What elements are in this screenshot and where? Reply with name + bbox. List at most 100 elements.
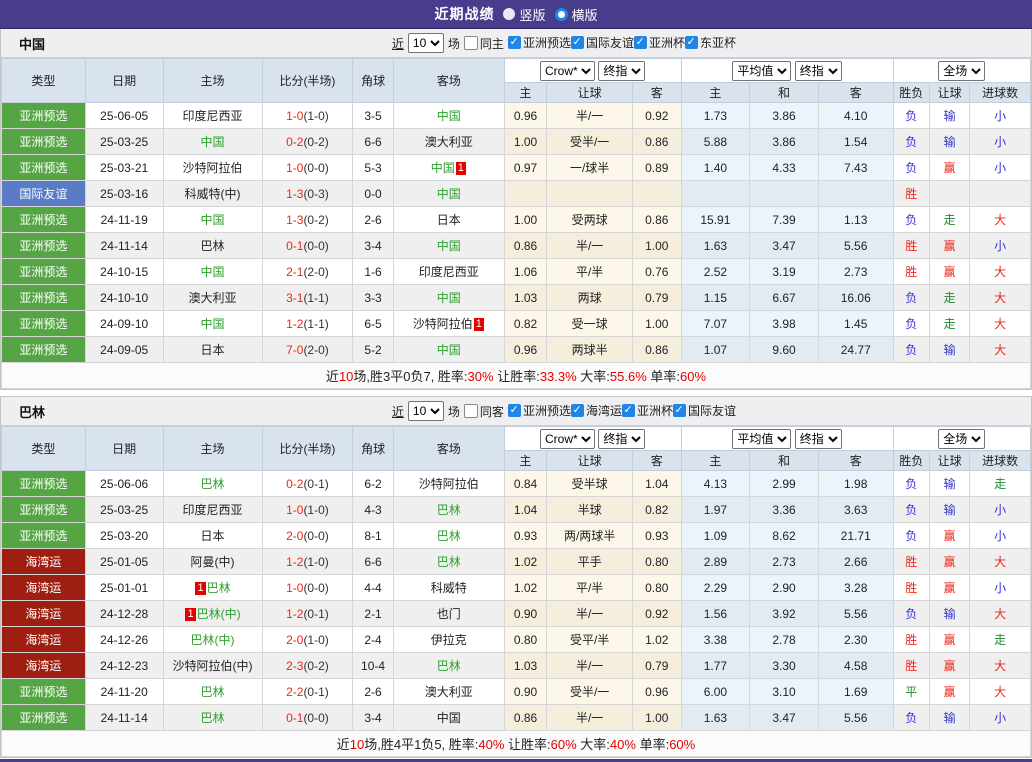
corner-score: 2-4 <box>352 626 394 653</box>
radio-off-icon <box>503 8 516 20</box>
result-goals: 大 <box>969 678 1031 705</box>
odds-type-select[interactable]: 终指 <box>598 60 646 81</box>
summary-segment: 30% <box>467 369 494 384</box>
summary-segment: 60% <box>669 737 696 752</box>
checkbox-icon <box>570 403 584 417</box>
match-type-badge: 亚洲预选 <box>1 496 86 523</box>
corner-score: 3-4 <box>352 232 394 259</box>
result-handicap: 走 <box>928 206 971 233</box>
radio-vertical-label: 竖版 <box>519 7 546 23</box>
competition-checkbox[interactable]: 亚洲预选 <box>507 402 571 419</box>
summary-segment: 10 <box>349 737 365 752</box>
competition-label: 亚洲杯 <box>648 36 685 50</box>
odds-away: 1.00 <box>632 232 682 259</box>
halftime-score: (0-0) <box>303 710 329 725</box>
avg-type-select[interactable]: 终指 <box>794 60 842 81</box>
near-label[interactable]: 近 <box>392 35 404 52</box>
match-date: 25-03-20 <box>84 522 164 549</box>
result-outcome: 负 <box>892 128 930 155</box>
away-team: 巴林 <box>392 522 505 549</box>
col-avg-draw: 和 <box>749 82 819 103</box>
corner-score: 4-3 <box>352 496 394 523</box>
recent-count-select[interactable]: 10 <box>407 401 444 421</box>
score: 1-3(0-2) <box>261 206 354 233</box>
odds-home: 0.82 <box>503 310 548 337</box>
match-type-badge: 亚洲预选 <box>1 206 86 233</box>
score: 1-2(1-0) <box>261 548 354 575</box>
result-goals: 大 <box>969 600 1031 627</box>
halftime-score: (1-1) <box>303 316 329 331</box>
score: 2-1(2-0) <box>261 258 354 285</box>
checkbox-icon <box>684 35 698 49</box>
competition-checkbox[interactable]: 国际友谊 <box>672 402 736 419</box>
competition-checkbox[interactable]: 国际友谊 <box>570 34 634 51</box>
corner-score: 2-6 <box>352 678 394 705</box>
result-outcome: 胜 <box>892 626 930 653</box>
odds-handicap: 两/两球半 <box>546 522 634 549</box>
avg-source-select[interactable]: 平均值 <box>732 428 792 449</box>
col-type: 类型 <box>1 58 86 103</box>
avg-away: 5.56 <box>817 232 894 259</box>
avg-type-select[interactable]: 终指 <box>794 428 842 449</box>
scope-select[interactable]: 全场 <box>938 60 986 81</box>
recent-count-select[interactable]: 10 <box>407 33 444 53</box>
match-date: 25-03-16 <box>84 180 164 207</box>
odds-handicap <box>546 180 634 207</box>
result-outcome: 胜 <box>892 258 930 285</box>
results-table: 类型 日期 主场 比分(半场) 角球 客场 Crow* 终指 平均值 终指 全场 <box>1 58 1032 389</box>
competition-checkbox[interactable]: 亚洲杯 <box>621 402 673 419</box>
match-type-badge: 亚洲预选 <box>1 470 86 497</box>
avg-draw: 3.47 <box>749 232 819 259</box>
col-avg-away: 客 <box>817 82 894 103</box>
match-date: 24-11-14 <box>84 704 164 731</box>
competition-checkbox[interactable]: 亚洲预选 <box>507 34 571 51</box>
summary-segment: 40% <box>478 737 505 752</box>
near-label[interactable]: 近 <box>392 403 404 420</box>
odds-provider-select[interactable]: Crow* <box>540 428 596 449</box>
same-home-label: 同主 <box>479 36 504 51</box>
odds-handicap: 半/一 <box>546 102 634 129</box>
avg-source-select[interactable]: 平均值 <box>732 60 792 81</box>
avg-away: 1.98 <box>817 470 894 497</box>
table-row: 亚洲预选 24-10-15 中国 2-1(2-0) 1-6 印度尼西亚 1.06 平/半 0.7… <box>1 258 1031 285</box>
radio-horizontal-layout[interactable]: 横版 <box>554 5 598 24</box>
avg-away <box>817 180 894 207</box>
avg-draw: 3.19 <box>749 258 819 285</box>
result-outcome: 胜 <box>892 652 930 679</box>
result-goals: 小 <box>969 574 1031 601</box>
table-row: 亚洲预选 24-09-10 中国 1-2(1-1) 6-5 沙特阿拉伯 1 0.82 受一球 1.… <box>1 310 1031 337</box>
match-date: 25-03-21 <box>84 154 164 181</box>
match-type-badge: 亚洲预选 <box>1 336 86 363</box>
match-date: 25-03-25 <box>84 128 164 155</box>
competition-checkbox[interactable]: 东亚杯 <box>684 34 736 51</box>
match-type-badge: 亚洲预选 <box>1 128 86 155</box>
corner-score: 10-4 <box>352 652 394 679</box>
team-label: 沙特阿拉伯 <box>412 317 473 331</box>
odds-away: 0.96 <box>632 678 682 705</box>
away-team: 巴林 <box>392 548 505 575</box>
team-label: 日本 <box>200 529 225 543</box>
same-away-checkbox[interactable]: 同客 <box>463 403 504 420</box>
avg-away: 5.56 <box>817 704 894 731</box>
avg-away: 4.10 <box>817 102 894 129</box>
checkbox-icon <box>463 404 478 418</box>
odds-provider-select[interactable]: Crow* <box>540 60 596 81</box>
competition-label: 国际友谊 <box>585 36 634 50</box>
match-type-badge: 海湾运 <box>1 626 86 653</box>
match-type-badge: 亚洲预选 <box>1 704 86 731</box>
col-away: 客场 <box>392 58 505 103</box>
competition-checkbox[interactable]: 海湾运 <box>570 402 622 419</box>
odds-home: 0.86 <box>503 704 548 731</box>
competition-checkbox[interactable]: 亚洲杯 <box>633 34 685 51</box>
scope-select[interactable]: 全场 <box>938 428 986 449</box>
same-home-checkbox[interactable]: 同主 <box>463 35 504 52</box>
col-corner: 角球 <box>352 426 394 471</box>
result-handicap: 赢 <box>928 678 971 705</box>
odds-type-select[interactable]: 终指 <box>598 428 646 449</box>
competition-label: 东亚杯 <box>699 36 736 50</box>
team-label: 巴林 <box>200 711 225 725</box>
avg-home: 2.89 <box>680 548 751 575</box>
avg-draw: 6.67 <box>749 284 819 311</box>
halftime-score: (0-0) <box>303 238 329 253</box>
radio-vertical-layout[interactable]: 竖版 <box>503 5 546 24</box>
